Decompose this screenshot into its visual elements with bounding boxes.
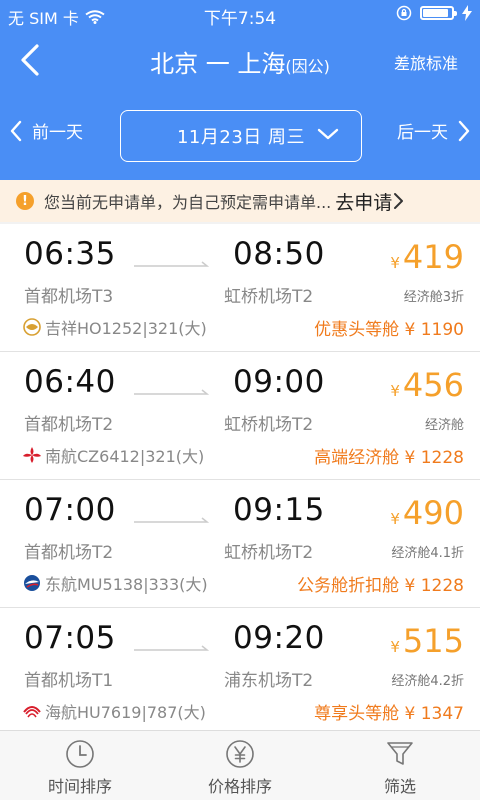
arrival-time: 09:20: [233, 620, 325, 656]
juneyao-logo: [23, 318, 41, 336]
notice-text: 您当前无申请单，为自己预定需申请单...: [44, 193, 332, 212]
flight-row[interactable]: 07:00 09:15 首都机场T2 虹桥机场T2 东航MU5138|333(大…: [0, 480, 480, 608]
next-day-button[interactable]: 后一天: [397, 118, 470, 143]
cabin-class: 经济舱: [424, 418, 464, 433]
flight-arrow-icon: [134, 645, 209, 651]
hainan-airlines-logo: [23, 706, 41, 718]
arrival-airport: 虹桥机场T2: [224, 287, 314, 307]
tab-sort-by-price[interactable]: 价格排序: [160, 731, 320, 800]
ticket-price: ¥ 515: [390, 622, 464, 660]
app-header: 无 SIM 卡 下午7:54 北京 一 上海(因公) 差旅标准 前一天 11月2…: [0, 0, 480, 180]
departure-airport: 首都机场T2: [24, 543, 114, 563]
flight-row[interactable]: 06:40 09:00 首都机场T2 虹桥机场T2 南航CZ6412|321(大…: [0, 352, 480, 480]
tab-sort-by-time[interactable]: 时间排序: [0, 731, 160, 800]
rotation-lock-icon: [396, 5, 412, 21]
flight-row[interactable]: 06:35 08:50 首都机场T3 虹桥机场T2 吉祥HO1252|321(大…: [0, 224, 480, 352]
filter-icon: [387, 742, 413, 765]
date-picker[interactable]: 11月23日 周三: [120, 110, 362, 162]
apply-label: 去申请: [335, 191, 393, 214]
price-amount: 490: [402, 494, 464, 532]
airline-flight-number: 南航CZ6412|321(大): [45, 447, 205, 466]
travel-policy-button[interactable]: 差旅标准: [394, 50, 458, 74]
yen-icon: [226, 740, 254, 768]
promo-offer[interactable]: 优惠头等舱 ¥ 1190: [314, 315, 464, 340]
departure-time: 06:35: [24, 236, 116, 272]
airline-info: 海航HU7619|787(大): [22, 699, 206, 723]
tab-label: 价格排序: [207, 777, 272, 796]
tab-label: 时间排序: [47, 777, 112, 796]
airline-flight-number: 东航MU5138|333(大): [45, 575, 208, 594]
flight-arrow-icon: [134, 389, 209, 395]
departure-airport: 首都机场T3: [24, 287, 114, 307]
price-amount: 419: [402, 238, 464, 276]
departure-time: 07:05: [24, 620, 116, 656]
chevron-left-icon: [10, 120, 22, 141]
trip-type-label: (因公): [285, 57, 330, 76]
flight-row[interactable]: 07:05 09:20 首都机场T1 浦东机场T2 海航HU7619|787(大…: [0, 608, 480, 736]
ticket-price: ¥ 456: [390, 366, 464, 404]
battery-icon: [420, 6, 457, 20]
tab-label: 筛选: [383, 777, 416, 796]
currency-symbol: ¥: [390, 638, 400, 656]
cabin-class: 经济舱4.1折: [391, 546, 464, 561]
departure-time: 06:40: [24, 364, 116, 400]
china-eastern-logo: [24, 575, 40, 591]
next-day-label: 后一天: [397, 123, 448, 143]
bottom-tab-bar: 时间排序 价格排序 筛选: [0, 730, 480, 800]
nav-bar: 北京 一 上海(因公) 差旅标准: [0, 32, 480, 88]
previous-day-label: 前一天: [32, 123, 83, 143]
airline-flight-number: 吉祥HO1252|321(大): [45, 319, 207, 338]
airline-info: 南航CZ6412|321(大): [22, 443, 204, 467]
date-bar: 前一天 11月23日 周三 后一天: [0, 106, 480, 164]
cabin-class: 经济舱4.2折: [391, 674, 464, 689]
airline-flight-number: 海航HU7619|787(大): [45, 703, 206, 722]
arrival-airport: 虹桥机场T2: [224, 543, 314, 563]
selected-date: 11月23日 周三: [176, 127, 306, 148]
airline-info: 吉祥HO1252|321(大): [22, 315, 207, 339]
tab-filter[interactable]: 筛选: [320, 731, 480, 800]
route-text: 北京 一 上海: [150, 50, 286, 78]
airline-info: 东航MU5138|333(大): [22, 571, 208, 595]
currency-symbol: ¥: [390, 254, 400, 272]
apply-link[interactable]: 去申请: [335, 188, 404, 215]
chevron-right-icon: [458, 120, 470, 141]
flight-list: 06:35 08:50 首都机场T3 虹桥机场T2 吉祥HO1252|321(大…: [0, 224, 480, 736]
price-amount: 456: [402, 366, 464, 404]
promo-offer[interactable]: 公务舱折扣舱 ¥ 1228: [297, 571, 464, 596]
arrival-time: 09:15: [233, 492, 325, 528]
chevron-right-icon: [394, 193, 404, 209]
arrival-time: 09:00: [233, 364, 325, 400]
departure-airport: 首都机场T2: [24, 415, 114, 435]
flight-arrow-icon: [134, 261, 209, 267]
charging-icon: [462, 5, 472, 21]
cabin-class: 经济舱3折: [403, 290, 464, 305]
price-amount: 515: [402, 622, 464, 660]
flight-arrow-icon: [134, 517, 209, 523]
arrival-time: 08:50: [233, 236, 325, 272]
arrival-airport: 浦东机场T2: [224, 671, 314, 691]
promo-offer[interactable]: 高端经济舱 ¥ 1228: [314, 443, 464, 468]
application-notice[interactable]: ! 您当前无申请单，为自己预定需申请单... 去申请: [0, 180, 480, 222]
departure-time: 07:00: [24, 492, 116, 528]
currency-symbol: ¥: [390, 382, 400, 400]
status-bar: 无 SIM 卡 下午7:54: [0, 0, 480, 30]
warning-icon: !: [16, 192, 34, 210]
ticket-price: ¥ 419: [390, 238, 464, 276]
ticket-price: ¥ 490: [390, 494, 464, 532]
arrival-airport: 虹桥机场T2: [224, 415, 314, 435]
promo-offer[interactable]: 尊享头等舱 ¥ 1347: [314, 699, 464, 724]
clock-icon: [66, 740, 94, 768]
previous-day-button[interactable]: 前一天: [10, 118, 83, 143]
china-southern-logo: [23, 447, 41, 463]
departure-airport: 首都机场T1: [24, 671, 114, 691]
chevron-down-icon: [317, 128, 339, 140]
currency-symbol: ¥: [390, 510, 400, 528]
